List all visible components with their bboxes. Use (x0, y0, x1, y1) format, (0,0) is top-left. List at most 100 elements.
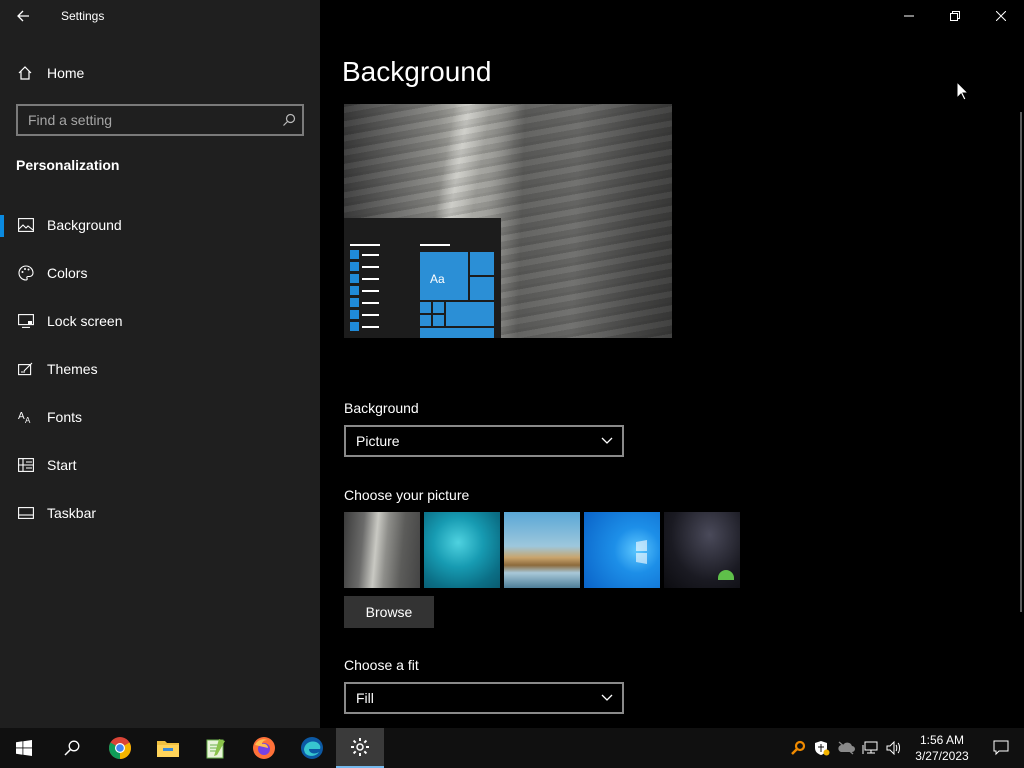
start-icon (17, 456, 35, 474)
fonts-icon: AA (17, 408, 35, 426)
back-button[interactable] (0, 0, 46, 32)
action-center-button[interactable] (978, 728, 1024, 768)
search-box[interactable] (16, 104, 304, 136)
tray-network-button[interactable] (858, 728, 882, 768)
minimize-icon (904, 15, 914, 17)
gear-icon (351, 738, 369, 756)
taskbar: 1:56 AM 3/27/2023 (0, 728, 1024, 768)
choose-picture-label: Choose your picture (344, 487, 470, 503)
preview-tile-text: Aa (430, 272, 445, 286)
background-label: Background (344, 400, 419, 416)
nav-home-label: Home (47, 65, 85, 81)
back-arrow-icon (17, 10, 29, 22)
section-heading: Personalization (16, 157, 120, 173)
picture-thumbnail-night-sky[interactable] (664, 512, 740, 588)
close-button[interactable] (978, 0, 1024, 32)
tray-search-app-button[interactable] (786, 728, 810, 768)
background-dropdown[interactable]: Picture (344, 425, 624, 457)
choose-fit-label: Choose a fit (344, 657, 419, 673)
clock-time: 1:56 AM (919, 733, 965, 747)
search-icon[interactable] (276, 107, 302, 133)
nav-item-themes[interactable]: Themes (0, 345, 320, 393)
taskbar-icon (17, 504, 35, 522)
picture-thumbnails (344, 512, 740, 588)
firefox-icon (253, 737, 275, 759)
search-button[interactable] (48, 728, 96, 768)
lock-screen-icon (17, 312, 35, 330)
browse-button[interactable]: Browse (344, 596, 434, 628)
nav-item-label: Background (47, 217, 122, 233)
search-input[interactable] (18, 112, 276, 128)
settings-taskbar-button[interactable] (336, 728, 384, 768)
nav-list: Background Colors Lock screen Themes AA … (0, 201, 320, 537)
network-icon (862, 741, 878, 754)
shield-warning-icon (815, 741, 830, 756)
nav-item-colors[interactable]: Colors (0, 249, 320, 297)
notepad-icon (206, 739, 225, 759)
tray-onedrive-button[interactable] (834, 728, 858, 768)
nav-item-background[interactable]: Background (0, 201, 320, 249)
fit-dropdown-value: Fill (356, 690, 374, 706)
themes-icon (17, 360, 35, 378)
title-bar-left: Settings (0, 0, 320, 32)
nav-item-start[interactable]: Start (0, 441, 320, 489)
mouse-cursor-icon (956, 81, 970, 101)
restore-button[interactable] (932, 0, 978, 32)
folder-icon (157, 741, 179, 757)
nav-item-label: Colors (47, 265, 88, 281)
search-icon (64, 740, 80, 756)
nav-home[interactable]: Home (0, 55, 320, 91)
nav-item-label: Themes (47, 361, 98, 377)
firefox-button[interactable] (240, 728, 288, 768)
content-pane: Background Aa Background Picture Choose … (320, 0, 1024, 728)
chrome-button[interactable] (96, 728, 144, 768)
svg-text:A: A (25, 416, 31, 425)
windows-logo-icon (16, 740, 32, 756)
nav-item-label: Taskbar (47, 505, 97, 521)
chrome-icon (109, 737, 131, 759)
system-tray: 1:56 AM 3/27/2023 (786, 728, 1024, 768)
minimize-button[interactable] (886, 0, 932, 32)
tray-security-button[interactable] (810, 728, 834, 768)
windows-logo-icon (636, 540, 647, 564)
notepad-plus-button[interactable] (192, 728, 240, 768)
picture-thumbnail-beach[interactable] (504, 512, 580, 588)
scrollbar[interactable] (1020, 112, 1022, 612)
background-dropdown-value: Picture (356, 433, 400, 449)
home-icon (16, 64, 34, 82)
cloud-offline-icon (838, 741, 855, 755)
picture-thumbnail-windows[interactable] (584, 512, 660, 588)
nav-item-label: Lock screen (47, 313, 123, 329)
nav-item-label: Start (47, 457, 77, 473)
edge-icon (301, 737, 323, 759)
edge-button[interactable] (288, 728, 336, 768)
restore-icon (950, 11, 960, 21)
svg-text:A: A (18, 411, 25, 422)
nav-item-label: Fonts (47, 409, 83, 425)
nav-item-lock-screen[interactable]: Lock screen (0, 297, 320, 345)
notification-icon (993, 740, 1009, 756)
picture-thumbnail-rock[interactable] (344, 512, 420, 588)
picture-icon (17, 216, 35, 234)
clock[interactable]: 1:56 AM 3/27/2023 (906, 732, 978, 764)
preview-start-menu: Aa (344, 218, 501, 338)
tray-volume-button[interactable] (882, 728, 906, 768)
page-title: Background (342, 56, 492, 87)
chevron-down-icon (600, 691, 614, 705)
clock-date: 3/27/2023 (915, 749, 969, 763)
fit-dropdown[interactable]: Fill (344, 682, 624, 714)
volume-icon (886, 741, 900, 755)
file-explorer-button[interactable] (144, 728, 192, 768)
nav-item-fonts[interactable]: AA Fonts (0, 393, 320, 441)
palette-icon (17, 264, 35, 282)
window-controls (886, 0, 1024, 32)
magnifier-app-icon (791, 740, 806, 755)
start-button[interactable] (0, 728, 48, 768)
chevron-down-icon (600, 434, 614, 448)
navigation-pane: Settings Home Personalization Background… (0, 0, 320, 728)
nav-item-taskbar[interactable]: Taskbar (0, 489, 320, 537)
picture-thumbnail-underwater[interactable] (424, 512, 500, 588)
close-icon (996, 11, 1006, 21)
app-title: Settings (61, 9, 105, 23)
background-preview: Aa (344, 104, 672, 338)
